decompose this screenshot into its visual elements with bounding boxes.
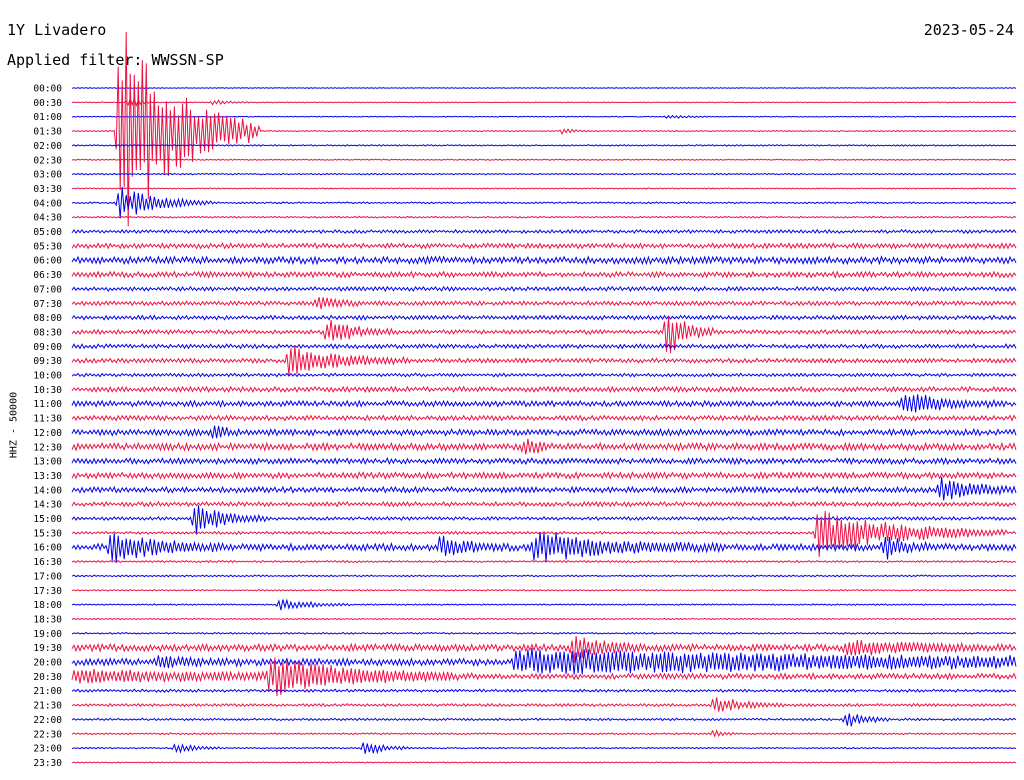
time-tick-label: 23:00 bbox=[33, 744, 62, 755]
trace-line bbox=[71, 31, 1017, 227]
time-tick-label: 03:30 bbox=[33, 184, 62, 195]
time-tick-label: 11:30 bbox=[33, 414, 62, 425]
time-tick-label: 15:30 bbox=[33, 528, 62, 539]
trace-line bbox=[71, 559, 1017, 564]
trace-line bbox=[71, 617, 1017, 621]
time-tick-label: 08:00 bbox=[33, 313, 62, 324]
trace-line bbox=[71, 742, 1017, 755]
trace-line bbox=[71, 456, 1017, 466]
trace-line bbox=[71, 316, 1017, 354]
time-tick-label: 13:00 bbox=[33, 457, 62, 468]
trace-line bbox=[71, 598, 1017, 611]
seismogram-page: { "header": { "station": "1Y Livadero", … bbox=[0, 0, 1024, 780]
trace-line bbox=[71, 96, 1017, 108]
trace-line bbox=[71, 314, 1017, 321]
trace-line bbox=[71, 425, 1017, 439]
time-tick-label: 07:30 bbox=[33, 299, 62, 310]
trace-line bbox=[71, 172, 1017, 176]
time-tick-label: 02:30 bbox=[33, 155, 62, 166]
trace-line bbox=[71, 285, 1017, 293]
trace-line bbox=[71, 255, 1017, 266]
time-tick-label: 11:00 bbox=[33, 399, 62, 410]
time-tick-label: 21:30 bbox=[33, 701, 62, 712]
trace-line bbox=[71, 729, 1017, 738]
time-tick-label: 16:30 bbox=[33, 557, 62, 568]
time-tick-label: 01:30 bbox=[33, 127, 62, 138]
time-tick-label: 00:30 bbox=[33, 98, 62, 109]
time-tick-label: 04:30 bbox=[33, 213, 62, 224]
helicorder-plot: 00:00 00:30 01:00 01:30 02:00 02:30 03:00 03:30… bbox=[33, 31, 1017, 769]
time-tick-label: 05:30 bbox=[33, 241, 62, 252]
time-tick-label: 02:00 bbox=[33, 141, 62, 152]
trace-line bbox=[71, 114, 1017, 119]
trace-line bbox=[71, 631, 1017, 635]
time-tick-label: 21:00 bbox=[33, 686, 62, 697]
time-tick-label: 18:30 bbox=[33, 614, 62, 625]
time-tick-label: 23:30 bbox=[33, 758, 62, 769]
trace-line bbox=[71, 713, 1017, 727]
time-tick-label: 17:30 bbox=[33, 586, 62, 597]
time-tick-label: 22:00 bbox=[33, 715, 62, 726]
time-tick-label: 07:00 bbox=[33, 284, 62, 295]
time-tick-label: 18:00 bbox=[33, 600, 62, 611]
time-tick-label: 22:30 bbox=[33, 729, 62, 740]
time-tick-label: 03:00 bbox=[33, 170, 62, 181]
time-tick-label: 14:30 bbox=[33, 500, 62, 511]
trace-line bbox=[71, 343, 1017, 350]
trace-line bbox=[71, 647, 1017, 675]
time-tick-label: 15:00 bbox=[33, 514, 62, 525]
trace-line bbox=[71, 242, 1017, 250]
trace-line bbox=[71, 414, 1017, 422]
trace-line bbox=[71, 574, 1017, 578]
time-tick-label: 20:30 bbox=[33, 672, 62, 683]
time-tick-label: 14:00 bbox=[33, 485, 62, 496]
time-tick-label: 19:30 bbox=[33, 643, 62, 654]
time-tick-label: 01:00 bbox=[33, 112, 62, 123]
trace-line bbox=[71, 297, 1017, 310]
trace-line bbox=[71, 87, 1017, 89]
time-tick-label: 05:00 bbox=[33, 227, 62, 238]
time-tick-label: 16:00 bbox=[33, 543, 62, 554]
time-tick-label: 13:30 bbox=[33, 471, 62, 482]
trace-line bbox=[71, 470, 1017, 480]
time-tick-label: 19:00 bbox=[33, 629, 62, 640]
time-tick-label: 09:30 bbox=[33, 356, 62, 367]
trace-line bbox=[71, 187, 1017, 218]
time-tick-label: 04:00 bbox=[33, 198, 62, 209]
time-tick-label: 12:30 bbox=[33, 442, 62, 453]
trace-line bbox=[71, 144, 1017, 147]
trace-line bbox=[71, 476, 1017, 501]
trace-line bbox=[71, 697, 1017, 712]
trace-line bbox=[71, 372, 1017, 378]
time-tick-label: 12:00 bbox=[33, 428, 62, 439]
trace-line bbox=[71, 228, 1017, 235]
time-tick-label: 06:00 bbox=[33, 256, 62, 267]
trace-line bbox=[71, 270, 1017, 279]
time-tick-label: 10:00 bbox=[33, 371, 62, 382]
trace-line bbox=[71, 215, 1017, 219]
time-tick-label: 10:30 bbox=[33, 385, 62, 396]
time-tick-label: 09:00 bbox=[33, 342, 62, 353]
trace-line bbox=[71, 761, 1017, 764]
trace-line bbox=[71, 589, 1017, 592]
time-tick-label: 06:30 bbox=[33, 270, 62, 281]
time-tick-label: 20:00 bbox=[33, 658, 62, 669]
time-tick-label: 17:00 bbox=[33, 571, 62, 582]
trace-line bbox=[71, 385, 1017, 394]
trace-line bbox=[71, 345, 1017, 376]
trace-line bbox=[71, 394, 1017, 413]
trace-line bbox=[71, 187, 1017, 190]
time-tick-label: 00:00 bbox=[33, 84, 62, 95]
trace-line bbox=[71, 500, 1017, 508]
time-tick-label: 08:30 bbox=[33, 327, 62, 338]
trace-line bbox=[71, 158, 1017, 161]
trace-line bbox=[71, 531, 1017, 563]
trace-line bbox=[71, 438, 1017, 455]
trace-line bbox=[71, 688, 1017, 693]
